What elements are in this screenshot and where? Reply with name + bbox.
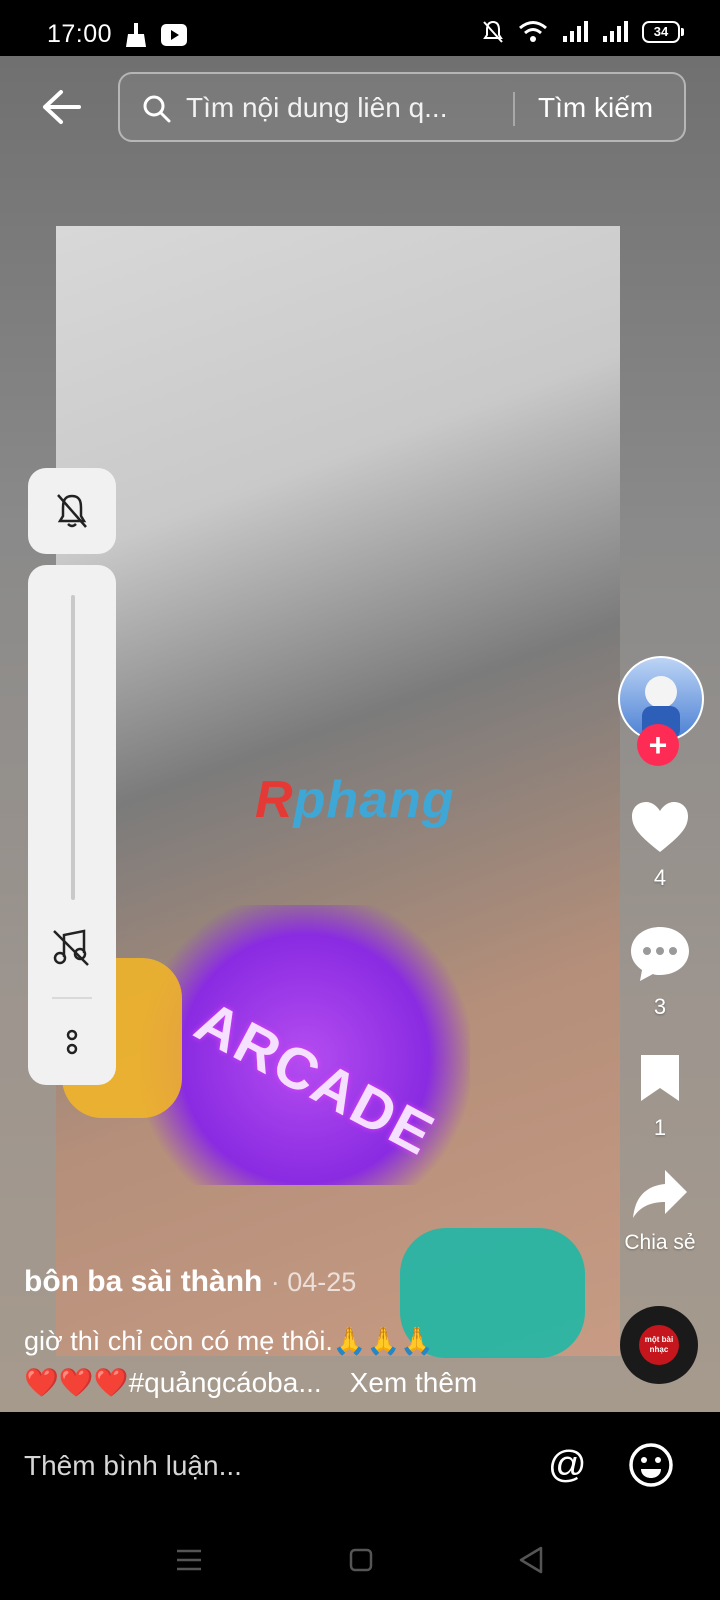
post-date: · 04-25 [270,1267,357,1297]
bell-off-icon [57,494,87,528]
hashtag-link[interactable]: #quảngcáoba... [129,1367,322,1398]
caption-line-2: ❤️❤️❤️#quảngcáoba... Xem thêm [24,1366,477,1399]
recent-apps-button[interactable] [176,1548,202,1577]
triangle-back-icon [519,1546,543,1574]
search-input[interactable]: Tìm nội dung liên q... [186,92,486,124]
follow-button[interactable]: + [637,724,679,766]
signal-icon [563,21,588,42]
save-button[interactable]: 1 [612,1052,708,1141]
status-right: 34 [482,20,684,44]
like-count: 4 [653,865,667,890]
author-line[interactable]: bôn ba sài thành · 04-25 [24,1265,356,1299]
arrow-left-icon [43,90,81,124]
back-button[interactable] [36,82,86,132]
heart-icon [632,802,688,852]
broom-icon [126,23,146,47]
status-time: 17:00 [47,20,113,48]
like-button[interactable]: 4 [612,800,708,891]
bell-off-icon [483,20,503,43]
search-divider [513,92,515,126]
wifi-icon [519,21,547,42]
caption-hearts: ❤️❤️❤️ [24,1367,129,1398]
author-name[interactable]: bôn ba sài thành [24,1265,262,1298]
search-bar[interactable]: Tìm nội dung liên q... Tìm kiếm [118,72,686,142]
save-count: 1 [653,1115,667,1140]
share-arrow-icon [633,1170,687,1218]
emoji-icon [629,1443,673,1487]
comment-button[interactable]: 3 [612,925,708,1020]
volume-slider[interactable] [71,595,75,900]
mute-notifications-button[interactable] [28,468,116,554]
music-disc-label: một bài nhạc [639,1325,679,1365]
comment-icon [631,927,689,981]
system-back-button[interactable] [518,1546,544,1579]
status-left-icons [124,22,188,48]
search-button[interactable]: Tìm kiếm [538,92,653,124]
more-vertical-icon [66,1029,78,1055]
search-icon [143,95,171,123]
panel-divider [52,997,92,999]
bookmark-icon [641,1055,679,1101]
comment-count: 3 [653,994,667,1019]
music-disc[interactable]: một bài nhạc [620,1306,698,1384]
system-nav-bar [0,1522,720,1600]
see-more-link[interactable]: Xem thêm [350,1367,478,1398]
share-button[interactable]: Chia sẻ [612,1168,708,1255]
comment-bar: Thêm bình luận... @ [0,1412,720,1522]
comment-input[interactable]: Thêm bình luận... [24,1450,242,1482]
video-app-icon [161,24,187,46]
share-label: Chia sẻ [624,1231,696,1254]
signal-icon [603,21,628,42]
home-button[interactable] [349,1548,373,1577]
side-control-panel [28,565,116,1085]
plus-icon: + [648,726,668,763]
watermark-logo: Rphang [255,771,455,829]
square-icon [349,1548,373,1572]
battery-indicator: 34 [642,21,684,43]
emoji-button[interactable] [628,1442,674,1493]
mention-button[interactable]: @ [548,1444,587,1487]
music-off-icon [53,929,89,966]
more-options-button[interactable] [65,1027,79,1062]
caption-text: giờ thì chỉ còn có mẹ thôi.🙏🙏🙏 [24,1326,434,1356]
music-off-button[interactable] [50,927,92,972]
menu-icon [177,1549,201,1571]
